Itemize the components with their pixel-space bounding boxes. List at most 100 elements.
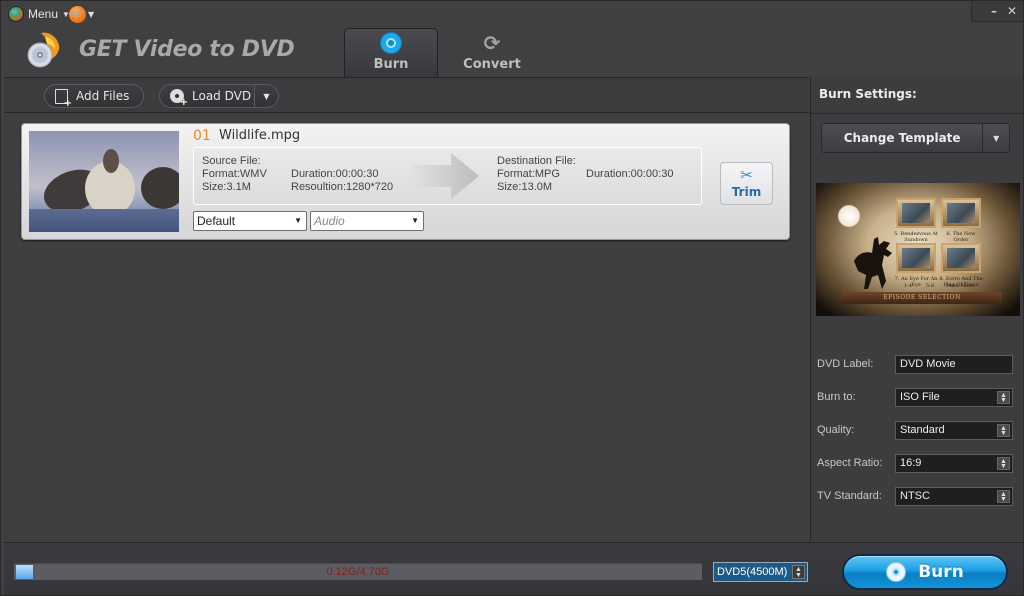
- chevron-down-icon: ▼: [294, 216, 302, 225]
- quality-label: Quality:: [817, 424, 855, 436]
- spinner-arrows-icon: ▲ ▼: [997, 490, 1010, 503]
- menu-orb-icon: [8, 6, 24, 22]
- aspect-ratio-label: Aspect Ratio:: [817, 457, 883, 469]
- burn-settings-title: Burn Settings:: [819, 87, 917, 101]
- tab-convert-label: Convert: [463, 57, 521, 72]
- tab-burn[interactable]: Burn: [344, 28, 438, 77]
- app-title: GET Video to DVD: [79, 37, 295, 62]
- audio-select[interactable]: Audio ▼: [310, 211, 424, 231]
- trim-button[interactable]: ✂ Trim: [720, 162, 773, 205]
- chapter-thumb[interactable]: [896, 198, 936, 228]
- preview-banner: EPISODE SELECTION: [842, 292, 1002, 304]
- load-disc-icon: [170, 89, 188, 108]
- trim-label: Trim: [731, 185, 762, 199]
- burn-to-select[interactable]: ISO File ▲ ▼: [895, 388, 1013, 407]
- window-controls: – ✕: [971, 1, 1023, 22]
- title-bar: Menu ▼ 🛒 ▼ GET Video to DVD Burn ⟳ Conve…: [1, 1, 1023, 77]
- preview-nav-1-4: 1-4: [904, 283, 913, 289]
- subtitle-select-value: Default: [197, 214, 236, 228]
- scissors-icon: ✂: [740, 166, 753, 184]
- destination-format: Format:MPG: [497, 168, 560, 180]
- aspect-ratio-select[interactable]: 16:9 ▲ ▼: [895, 454, 1013, 473]
- source-resolution: Resoultion:1280*720: [291, 181, 394, 193]
- burn-settings-panel: Burn Settings: Change Template ▼ 5. Rend…: [810, 77, 1024, 541]
- minimize-button[interactable]: –: [991, 4, 997, 18]
- video-thumbnail: [29, 131, 179, 232]
- menu-button[interactable]: Menu ▼: [8, 6, 70, 22]
- burn-button-label: Burn: [918, 562, 964, 582]
- quality-value: Standard: [900, 424, 945, 436]
- destination-heading: Destination File:: [497, 155, 576, 167]
- burn-disc-icon: [380, 32, 402, 54]
- chapter-thumb[interactable]: [941, 198, 981, 228]
- disc-type-value: DVD5(4500M): [717, 566, 788, 578]
- source-heading: Source File:: [202, 155, 261, 167]
- tv-standard-value: NTSC: [900, 490, 930, 502]
- source-size: Size:3.1M: [202, 181, 251, 193]
- disc-capacity-text: 0.12G/4.70G: [326, 566, 390, 578]
- burn-to-row: Burn to: ISO File ▲ ▼: [817, 388, 1017, 408]
- chevron-down-icon: ▼: [263, 91, 270, 101]
- disc-capacity-bar: 0.12G/4.70G: [14, 563, 702, 580]
- spinner-arrows-icon: ▲ ▼: [997, 424, 1010, 437]
- audio-select-value: Audio: [314, 214, 345, 228]
- arrow-right-icon: [411, 153, 479, 199]
- load-dvd-dropdown[interactable]: ▼: [254, 85, 278, 107]
- burn-button[interactable]: Burn: [842, 554, 1008, 590]
- burn-to-value: ISO File: [900, 391, 940, 403]
- app-logo-icon: [27, 32, 60, 68]
- disc-type-select[interactable]: DVD5(4500M) ▲ ▼: [713, 562, 808, 582]
- add-files-button[interactable]: Add Files: [44, 84, 144, 109]
- chapter-caption: 6. The New Order: [946, 231, 976, 243]
- horse-rider-silhouette: [854, 237, 892, 289]
- dvd-label-label: DVD Label:: [817, 358, 874, 370]
- template-preview[interactable]: 5. Rendezvous At Sundown 6. The New Orde…: [816, 183, 1020, 316]
- add-file-icon: [55, 88, 72, 109]
- chevron-down-icon: ▼: [88, 10, 95, 19]
- destination-duration: Duration:00:00:30: [586, 168, 674, 180]
- source-format: Format:WMV: [202, 168, 267, 180]
- dvd-label-row: DVD Label: DVD Movie: [817, 355, 1017, 375]
- chapter-thumb[interactable]: [896, 243, 936, 273]
- tab-convert[interactable]: ⟳ Convert: [445, 28, 539, 77]
- change-template-label: Change Template: [843, 131, 961, 145]
- load-dvd-label: Load DVD: [192, 89, 252, 103]
- status-bar: 0.12G/4.70G DVD5(4500M) ▲ ▼ Burn: [4, 542, 1023, 595]
- tv-standard-select[interactable]: NTSC ▲ ▼: [895, 487, 1013, 506]
- dvd-label-value: DVD Movie: [900, 358, 956, 370]
- destination-size: Size:13.0M: [497, 181, 553, 193]
- shopping-cart-icon: 🛒: [69, 6, 86, 23]
- conversion-info: Source File: Format:WMV Size:3.1M Durati…: [193, 147, 702, 205]
- chapter-caption: 5. Rendezvous At Sundown: [894, 231, 938, 243]
- tab-burn-label: Burn: [373, 57, 409, 72]
- spinner-arrows-icon: ▲ ▼: [997, 391, 1010, 404]
- chevron-down-icon: ▼: [993, 133, 1000, 143]
- burn-disc-icon: [886, 562, 907, 582]
- spinner-arrows-icon: ▲ ▼: [997, 457, 1010, 470]
- list-item[interactable]: 01 Wildlife.mpg Source File: Format:WMV …: [21, 123, 790, 240]
- tv-standard-row: TV Standard: NTSC ▲ ▼: [817, 487, 1017, 507]
- spinner-arrows-icon: ▲ ▼: [792, 565, 805, 579]
- file-list: 01 Wildlife.mpg Source File: Format:WMV …: [4, 114, 809, 541]
- divider: [811, 113, 1024, 114]
- item-index: 01: [193, 128, 211, 144]
- item-filename: Wildlife.mpg: [219, 128, 301, 143]
- add-files-label: Add Files: [76, 89, 130, 103]
- chapter-thumb[interactable]: [941, 243, 981, 273]
- aspect-ratio-value: 16:9: [900, 457, 922, 469]
- source-duration: Duration:00:00:30: [291, 168, 379, 180]
- tv-standard-label: TV Standard:: [817, 490, 882, 502]
- moon-graphic: [838, 205, 860, 227]
- close-button[interactable]: ✕: [1007, 4, 1017, 18]
- template-dropdown[interactable]: ▼: [982, 124, 1009, 152]
- preview-nav-main-menu: Main Menu: [946, 283, 976, 289]
- change-template-button[interactable]: Change Template ▼: [821, 123, 1010, 153]
- subtitle-select[interactable]: Default ▼: [193, 211, 307, 231]
- quality-select[interactable]: Standard ▲ ▼: [895, 421, 1013, 440]
- quality-row: Quality: Standard ▲ ▼: [817, 421, 1017, 441]
- cart-button[interactable]: 🛒 ▼: [69, 6, 94, 23]
- chevron-down-icon: ▼: [411, 216, 419, 225]
- load-dvd-button[interactable]: Load DVD ▼: [159, 84, 279, 108]
- dvd-label-input[interactable]: DVD Movie: [895, 355, 1013, 374]
- menu-label: Menu: [28, 7, 59, 21]
